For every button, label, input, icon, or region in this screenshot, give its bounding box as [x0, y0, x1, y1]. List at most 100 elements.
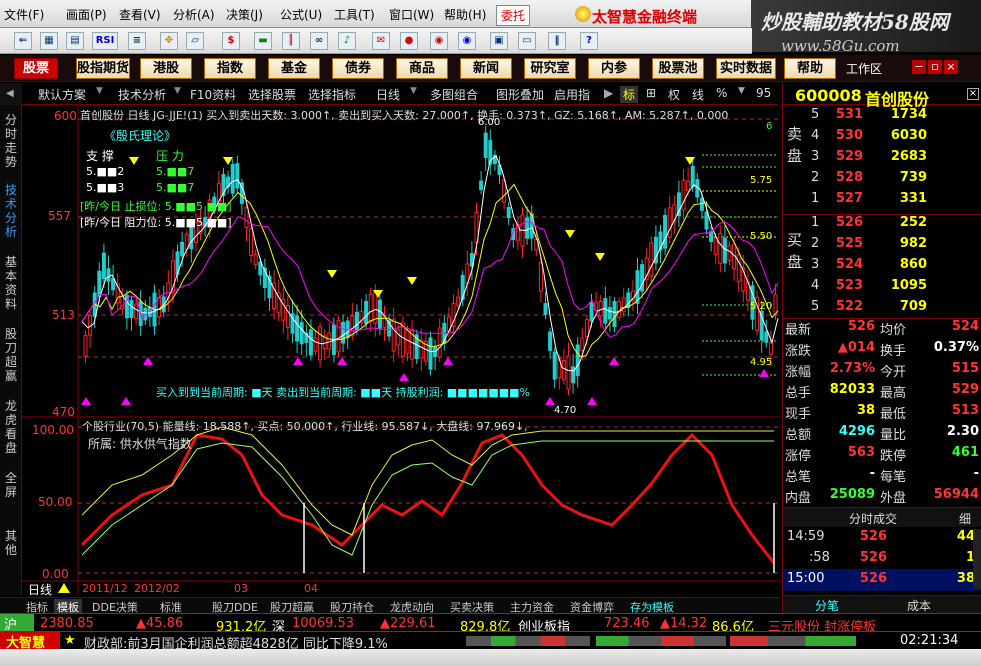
quote-row: 总笔 - 每笔 - [785, 466, 979, 485]
menu-decision[interactable]: 决策(J) [226, 6, 263, 23]
bell-icon[interactable]: ♪ [338, 32, 356, 50]
candle [736, 254, 741, 282]
pill-red-icon[interactable]: ◉ [430, 32, 448, 50]
pill-icon[interactable]: ● [400, 32, 418, 50]
left-arrow-glyph: ◀ [6, 88, 14, 99]
tab-rights[interactable]: 权 [668, 86, 680, 103]
sh-label[interactable]: 沪 [0, 614, 34, 633]
menu-help[interactable]: 帮助(H) [444, 6, 486, 23]
sell-row: 1 527 331 [811, 191, 927, 206]
side-tab-technical[interactable]: 技术分析 [2, 183, 20, 239]
disk-icon[interactable]: ▣ [490, 32, 508, 50]
tab-default-scheme[interactable]: 默认方案 [38, 86, 86, 103]
nav-index-futures[interactable]: 股指期货 [76, 58, 130, 79]
nav-commodity[interactable]: 商品 [396, 58, 448, 79]
side-tab-basic-info[interactable]: 基本资料 [2, 255, 20, 311]
left-arrow-icon[interactable]: ◀ [0, 83, 22, 105]
pause-icon[interactable]: ‖ [548, 32, 566, 50]
kline-chart[interactable]: 首创股份 日线 JG-JJE!(1) 买入到卖出天数: 3.000↑, 卖出到买… [22, 105, 780, 597]
nav-internal[interactable]: 内参 [588, 58, 640, 79]
menu-formula[interactable]: 公式(U) [280, 6, 322, 23]
indicator-sub: 所属: 供水供气指数 [88, 437, 192, 451]
tab-fenbi[interactable]: 分笔 [815, 597, 839, 614]
tab-95[interactable]: 95 [756, 86, 771, 100]
pressure-value-2: 5.■■7 [156, 181, 195, 194]
grid-toggle-icon[interactable]: ⊞ [646, 86, 656, 100]
minimize-button[interactable]: − [912, 60, 926, 74]
menu-analysis[interactable]: 分析(A) [173, 6, 215, 23]
scrollbar[interactable] [973, 529, 981, 589]
move-icon[interactable]: ✥ [160, 32, 178, 50]
candle [543, 303, 548, 315]
date-label: 2011/12 [82, 582, 128, 595]
tab-enable-indicator[interactable]: 启用指 [554, 86, 590, 103]
menu-view[interactable]: 查看(V) [119, 6, 161, 23]
candle [106, 268, 111, 282]
tab-line[interactable]: 线 [692, 86, 704, 103]
stock-code: 600008 [795, 86, 862, 105]
side-tab-gudao[interactable]: 股刀超赢 [2, 327, 20, 383]
nav-fund[interactable]: 基金 [268, 58, 320, 79]
nav-realtime[interactable]: 实时数据 [716, 58, 776, 79]
nav-stock[interactable]: 股票 [14, 58, 58, 79]
tab-standard[interactable]: 标 [620, 86, 639, 103]
settings-icon[interactable]: ≡ [128, 32, 146, 50]
workarea-label[interactable]: 工作区 [846, 60, 882, 77]
menu-tools[interactable]: 工具(T) [334, 6, 375, 23]
nav-research[interactable]: 研究室 [524, 58, 576, 79]
support-value-1: 5.■■2 [86, 165, 125, 178]
weituo-button[interactable]: 委托 [496, 5, 531, 26]
tab-select-stock[interactable]: 选择股票 [248, 86, 296, 103]
menu-view-screen[interactable]: 画面(P) [66, 6, 107, 23]
menu-window[interactable]: 窗口(W) [389, 6, 434, 23]
tab-overlay[interactable]: 图形叠加 [496, 86, 544, 103]
mail-icon[interactable]: ✉ [372, 32, 390, 50]
level-label: 5.75 [750, 175, 773, 186]
side-tab-longhu[interactable]: 龙虎看盘 [2, 399, 20, 455]
nav-news[interactable]: 新闻 [460, 58, 512, 79]
restore-button[interactable]: ▫ [928, 60, 942, 74]
side-tab-intraday[interactable]: 分时走势 [2, 113, 20, 169]
top-ad-banner[interactable]: 炒股輔助教材58股网 www.58Gu.com [751, 0, 981, 55]
candle [157, 296, 162, 318]
chart-canvas[interactable] [22, 105, 780, 595]
bars-icon[interactable]: ║ [282, 32, 300, 50]
grid-icon[interactable]: ▦ [40, 32, 58, 50]
tab-percent[interactable]: % [716, 86, 727, 100]
screen-icon[interactable]: ▭ [518, 32, 536, 50]
right-arrow-icon[interactable]: ▶ [604, 86, 613, 100]
chart-icon[interactable]: ▤ [66, 32, 84, 50]
tab-technical[interactable]: 技术分析 [118, 86, 166, 103]
flag-icon[interactable]: ▬ [254, 32, 272, 50]
back-icon[interactable]: ⇐ [14, 32, 32, 50]
tab-daily[interactable]: 日线 [376, 86, 400, 103]
tab-select-indicator[interactable]: 选择指标 [308, 86, 356, 103]
trade-detail-button[interactable]: 细 [959, 510, 971, 527]
tab-f10[interactable]: F10资料 [190, 86, 236, 103]
indicator-axis-label: 100.00 [32, 423, 74, 437]
side-tab-fullscreen[interactable]: 全屏 [2, 471, 20, 499]
quote-panel: 600008 首创股份 × 卖盘 5 531 1734 4 530 6030 3 529 2… [782, 83, 981, 613]
pill-blue-icon[interactable]: ◉ [458, 32, 476, 50]
indicator-axis-label: 0.00 [42, 567, 69, 581]
binocular-icon[interactable]: ∞ [310, 32, 328, 50]
help-icon[interactable]: ? [580, 32, 598, 50]
nav-bond[interactable]: 债券 [332, 58, 384, 79]
menu-file[interactable]: 文件(F) [4, 6, 44, 23]
candle [479, 180, 484, 191]
tab-cost[interactable]: 成本 [907, 597, 931, 614]
side-tab-other[interactable]: 其他 [2, 529, 20, 557]
dollar-icon[interactable]: $ [222, 32, 240, 50]
nav-hk-stock[interactable]: 港股 [140, 58, 192, 79]
level-label: 5.50 [750, 231, 773, 242]
close-icon[interactable]: × [967, 88, 979, 100]
rsi-icon[interactable]: RSI [92, 32, 118, 50]
nav-help[interactable]: 帮助 [784, 58, 836, 79]
candle [230, 164, 235, 194]
nav-index[interactable]: 指数 [204, 58, 256, 79]
nav-stock-pool[interactable]: 股票池 [652, 58, 704, 79]
quote-stats: 最新 526 均价 524 涨跌 ▲014 换手 0.37% 涨幅 2.73% 今开 515 总手… [783, 319, 981, 509]
tab-multi-chart[interactable]: 多图组合 [430, 86, 478, 103]
ruler-icon[interactable]: ▱ [186, 32, 204, 50]
close-button[interactable]: × [944, 60, 958, 74]
